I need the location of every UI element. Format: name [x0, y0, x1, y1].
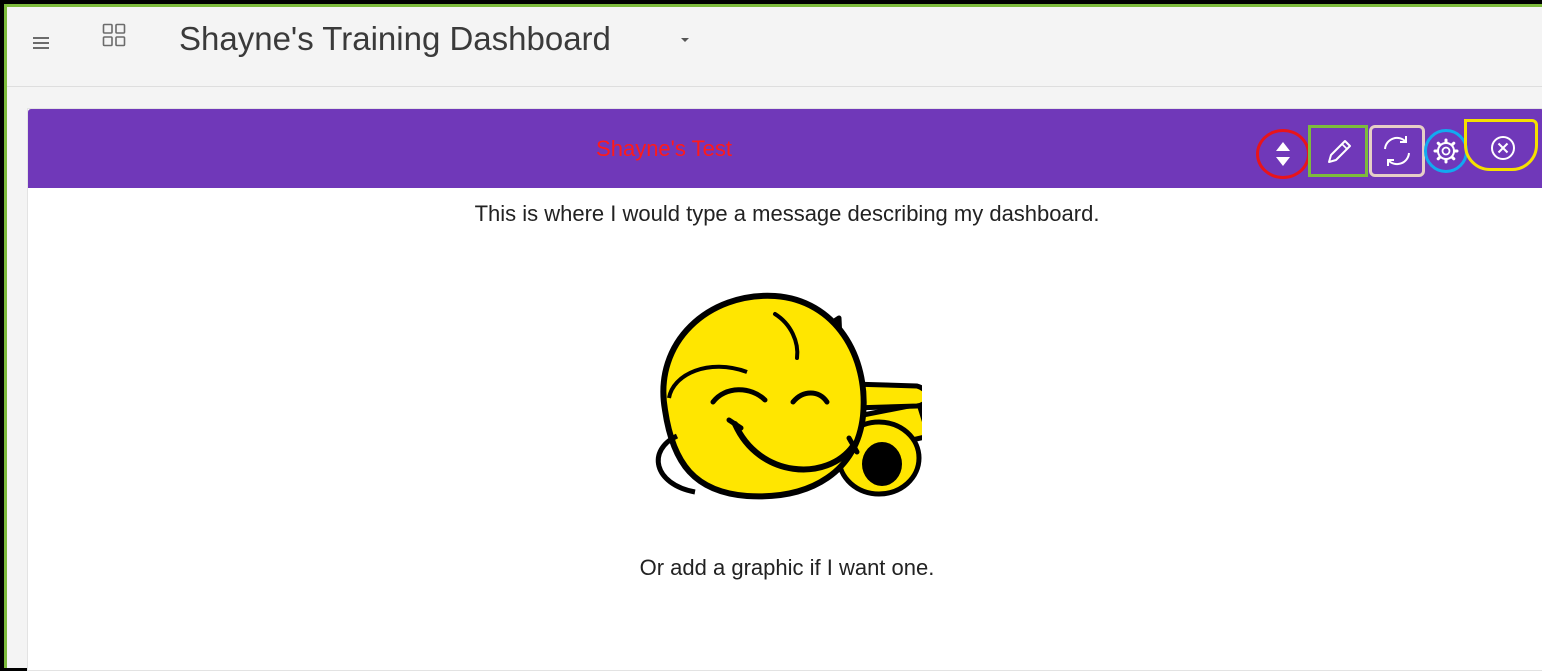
widget-header: Shayne's Test [28, 109, 1542, 188]
dashboard-widget: Shayne's Test This is where I would type… [27, 108, 1542, 671]
caret-down-icon[interactable] [681, 38, 689, 42]
smiling-airplane-image [655, 292, 932, 500]
edit-button[interactable] [1308, 125, 1368, 177]
pencil-icon [1328, 140, 1351, 163]
grid-icon[interactable] [102, 23, 126, 47]
dashboard-app: Shayne's Training Dashboard Shayne's Tes… [4, 4, 1542, 671]
widget-title: Shayne's Test [596, 136, 732, 161]
widget-message: This is where I would type a message des… [474, 201, 1100, 226]
gear-icon [1433, 138, 1459, 164]
refresh-button[interactable] [1369, 125, 1425, 177]
hamburger-icon[interactable] [33, 31, 51, 49]
close-circle-icon [1491, 136, 1515, 160]
sort-button[interactable] [1256, 129, 1310, 179]
screenshot-frame: Shayne's Training Dashboard Shayne's Tes… [0, 0, 1542, 671]
dashboard-title[interactable]: Shayne's Training Dashboard [179, 19, 611, 59]
refresh-icon [1384, 136, 1410, 166]
widget-caption: Or add a graphic if I want one. [639, 555, 935, 580]
settings-button[interactable] [1424, 129, 1468, 173]
sort-icon [1276, 142, 1290, 166]
top-bar: Shayne's Training Dashboard [7, 7, 1542, 87]
airplane-graphic [617, 286, 932, 508]
close-button[interactable] [1464, 119, 1538, 171]
